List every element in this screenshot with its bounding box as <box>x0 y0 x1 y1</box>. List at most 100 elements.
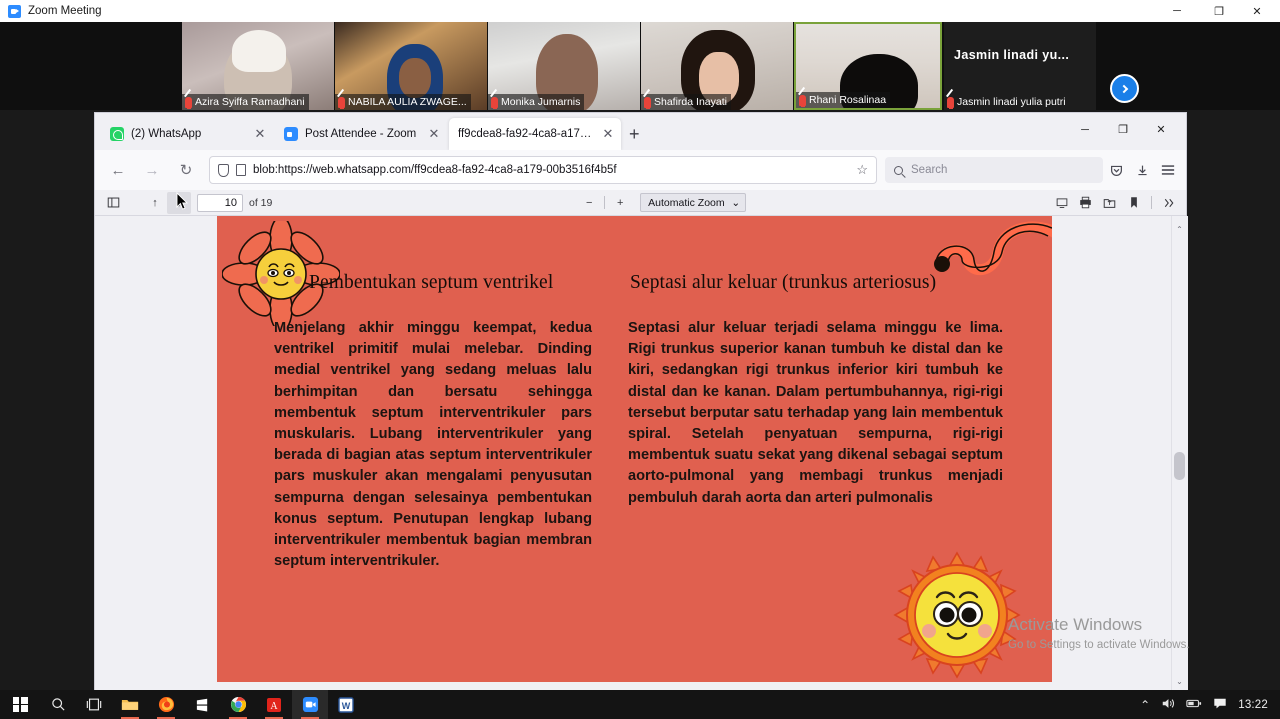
search-placeholder: Search <box>911 164 948 176</box>
browser-tab-whatsapp[interactable]: (2) WhatsApp ✕ <box>101 118 273 150</box>
firefox-icon[interactable] <box>148 690 184 719</box>
volume-icon[interactable] <box>1161 697 1175 713</box>
battery-icon[interactable] <box>1186 698 1202 712</box>
participant-name: Azira Syiffa Ramadhani <box>195 96 305 108</box>
taskbar-clock[interactable]: 13:22 <box>1238 699 1268 711</box>
bookmark-star-icon[interactable]: ☆ <box>856 162 868 178</box>
participant-label: Azira Syiffa Ramadhani <box>182 94 309 110</box>
participant-label: Monika Jumarnis <box>488 94 585 110</box>
zoom-titlebar: Zoom Meeting ─ ❐ ✕ <box>0 0 1280 22</box>
downloads-icon[interactable] <box>1129 157 1155 183</box>
muted-microphone-icon <box>947 96 954 109</box>
next-participants-arrow-button[interactable] <box>1110 74 1139 103</box>
zoom-maximize-button[interactable]: ❐ <box>1204 0 1234 22</box>
participant-label: Rhani Rosalinaa <box>796 92 891 108</box>
pdf-body-right: Septasi alur keluar terjadi selama mingg… <box>628 320 1003 506</box>
forward-button[interactable]: → <box>137 155 167 185</box>
zoom-out-button[interactable]: − <box>577 192 601 214</box>
shield-icon <box>218 163 229 177</box>
adobe-acrobat-icon[interactable]: A <box>256 690 292 719</box>
muted-microphone-icon <box>799 94 806 107</box>
tab-title: (2) WhatsApp <box>131 128 202 140</box>
more-tools-icon[interactable] <box>1158 193 1180 213</box>
browser-maximize-button[interactable]: ❐ <box>1104 113 1142 146</box>
pdf-scrollbar[interactable]: ⌃ ⌄ <box>1171 216 1186 691</box>
save-icon[interactable] <box>1099 193 1121 213</box>
toolbar-divider <box>1150 196 1152 209</box>
microsoft-word-icon[interactable]: W <box>328 690 364 719</box>
chevron-down-icon: ⌄ <box>731 196 741 209</box>
participant-filmstrip: Azira Syiffa Ramadhani NABILA AULIA ZWAG… <box>0 22 1280 110</box>
new-tab-button[interactable]: + <box>629 124 640 145</box>
muted-microphone-icon <box>185 96 192 109</box>
participant-label: Jasmin linadi yulia putri <box>944 94 1070 110</box>
tray-chevron-icon[interactable]: ⌃ <box>1140 698 1150 712</box>
close-tab-icon[interactable]: ✕ <box>601 126 615 142</box>
close-tab-icon[interactable]: ✕ <box>427 126 441 142</box>
pocket-icon[interactable] <box>1103 157 1129 183</box>
participant-tile[interactable]: Shafirda Inayati <box>641 22 793 110</box>
sidebar-toggle-icon[interactable] <box>101 192 125 214</box>
firefox-browser-window: (2) WhatsApp ✕ Post Attendee - Zoom ✕ ff… <box>94 112 1188 691</box>
search-icon <box>894 165 903 175</box>
hamburger-menu-icon[interactable] <box>1155 157 1181 183</box>
zoom-close-button[interactable]: ✕ <box>1242 0 1272 22</box>
participant-name: Shafirda Inayati <box>654 96 727 108</box>
muted-microphone-icon <box>338 96 345 109</box>
search-icon[interactable] <box>40 690 76 719</box>
participant-name: Monika Jumarnis <box>501 96 581 108</box>
svg-text:W: W <box>342 701 351 711</box>
participant-name: Rhani Rosalinaa <box>809 94 887 106</box>
file-explorer-icon[interactable] <box>112 690 148 719</box>
sun-illustration <box>893 551 1021 679</box>
windows-start-icon[interactable] <box>0 690 40 719</box>
reload-button[interactable]: ↻ <box>171 155 201 185</box>
pdf-secondary-tools <box>1051 193 1186 213</box>
pdf-viewer-content[interactable]: Pembentukan septum ventrikel Septasi alu… <box>95 216 1188 691</box>
page-number-input[interactable]: 10 <box>197 193 243 212</box>
zoom-minimize-button[interactable]: ─ <box>1162 0 1192 22</box>
browser-tab-pdf[interactable]: ff9cdea8-fa92-4ca8-a179-00b3516f4 ✕ <box>449 118 621 150</box>
scrollbar-thumb[interactable] <box>1174 452 1185 480</box>
presentation-mode-icon[interactable] <box>1051 193 1073 213</box>
pdf-heading-left: Pembentukan septum ventrikel <box>309 272 554 293</box>
pdf-page-10: Pembentukan septum ventrikel Septasi alu… <box>217 216 1052 682</box>
zoom-window-title: Zoom Meeting <box>28 5 102 17</box>
task-view-icon[interactable] <box>76 690 112 719</box>
mouse-cursor <box>176 192 188 210</box>
participant-label: Shafirda Inayati <box>641 94 731 110</box>
scroll-up-arrow[interactable]: ⌃ <box>1172 222 1187 237</box>
zoom-icon[interactable] <box>292 690 328 719</box>
muted-microphone-icon <box>644 96 651 109</box>
tab-title: Post Attendee - Zoom <box>305 128 417 140</box>
search-input[interactable]: Search <box>885 157 1103 183</box>
microsoft-store-icon[interactable] <box>184 690 220 719</box>
participant-label: NABILA AULIA ZWAGE... <box>335 94 471 110</box>
page-count-label: of 19 <box>249 196 273 209</box>
browser-close-button[interactable]: ✕ <box>1142 113 1180 146</box>
participant-tile[interactable]: Monika Jumarnis <box>488 22 640 110</box>
close-tab-icon[interactable]: ✕ <box>253 126 267 142</box>
print-icon[interactable] <box>1075 193 1097 213</box>
zoom-in-button[interactable]: + <box>608 192 632 214</box>
participant-tile-active-speaker[interactable]: Rhani Rosalinaa <box>794 22 942 110</box>
back-button[interactable]: ← <box>103 155 133 185</box>
previous-page-button[interactable]: ↑ <box>143 192 167 214</box>
zoom-level-label: Automatic Zoom <box>648 196 725 209</box>
scroll-down-arrow[interactable]: ⌄ <box>1172 674 1187 689</box>
notification-icon[interactable] <box>1213 697 1227 713</box>
muted-microphone-icon <box>491 96 498 109</box>
participant-tile[interactable]: Jasmin linadi yu... Jasmin linadi yulia … <box>944 22 1096 110</box>
page-info-icon <box>236 164 246 176</box>
address-bar[interactable]: blob:https://web.whatsapp.com/ff9cdea8-f… <box>209 156 877 184</box>
browser-tab-zoom[interactable]: Post Attendee - Zoom ✕ <box>275 118 447 150</box>
zoom-icon <box>8 4 21 18</box>
participant-display-name: Jasmin linadi yu... <box>954 48 1070 62</box>
participant-tile[interactable]: NABILA AULIA ZWAGE... <box>335 22 487 110</box>
zoom-level-select[interactable]: Automatic Zoom ⌄ <box>640 193 747 212</box>
tab-title: ff9cdea8-fa92-4ca8-a179-00b3516f4 <box>458 128 594 140</box>
bookmark-icon[interactable] <box>1123 193 1145 213</box>
google-chrome-icon[interactable] <box>220 690 256 719</box>
participant-tile[interactable]: Azira Syiffa Ramadhani <box>182 22 334 110</box>
browser-minimize-button[interactable]: ─ <box>1066 113 1104 146</box>
